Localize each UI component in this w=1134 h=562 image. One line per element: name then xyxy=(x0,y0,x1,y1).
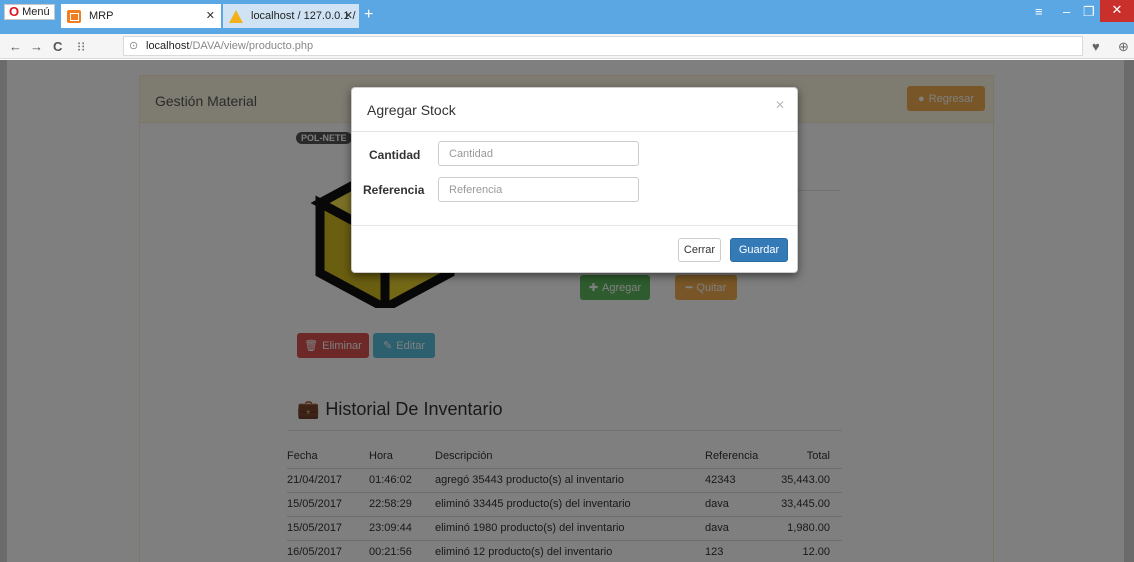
url-input[interactable]: ⊙ localhost/DAVA/view/producto.php xyxy=(123,36,1083,56)
url-path: /DAVA/view/producto.php xyxy=(189,40,314,52)
right-edge xyxy=(1124,60,1134,562)
save-button[interactable]: Guardar xyxy=(730,238,788,262)
close-icon[interactable]: ✕ xyxy=(775,98,785,112)
download-icon[interactable]: ⊕ xyxy=(1118,39,1129,55)
close-tab-icon[interactable]: ✕ xyxy=(344,4,353,28)
browser-titlebar: O Menú MRP ✕ localhost / 127.0.0.1 / pru… xyxy=(0,0,1134,46)
url-host: localhost xyxy=(146,40,190,52)
tab-menu-icon[interactable]: ≡ xyxy=(1035,4,1043,19)
referencia-input[interactable] xyxy=(438,177,639,202)
browser-menu-button[interactable]: O Menú xyxy=(4,4,55,20)
forward-arrow-icon[interactable]: → xyxy=(30,39,43,54)
close-tab-icon[interactable]: ✕ xyxy=(206,4,215,28)
tab-mrp[interactable]: MRP ✕ xyxy=(61,4,221,28)
heart-icon[interactable]: ♥ xyxy=(1092,39,1100,54)
restore-icon[interactable]: ❐ xyxy=(1083,4,1095,20)
site-info-icon[interactable]: ⊙ xyxy=(129,37,138,55)
cantidad-input[interactable] xyxy=(438,141,639,166)
tab-phpmyadmin[interactable]: localhost / 127.0.0.1 / prue ✕ xyxy=(223,4,359,46)
modal-footer: Cerrar Guardar xyxy=(352,225,797,273)
browser-menu-label: Menú xyxy=(22,6,50,18)
address-bar: ← → C ⁝⁝ ⊙ localhost/DAVA/view/producto.… xyxy=(0,34,1134,59)
minimize-icon[interactable]: – xyxy=(1063,4,1070,19)
close-button[interactable]: Cerrar xyxy=(678,238,721,262)
referencia-label: Referencia xyxy=(363,183,425,197)
modal-title: Agregar Stock xyxy=(367,102,456,118)
mrp-favicon-icon xyxy=(67,10,81,23)
cantidad-label: Cantidad xyxy=(369,148,421,162)
modal-header: Agregar Stock ✕ xyxy=(352,88,797,132)
opera-logo-icon: O xyxy=(9,4,20,19)
tab-title: MRP xyxy=(89,10,114,22)
speed-dial-icon[interactable]: ⁝⁝ xyxy=(77,39,85,55)
new-tab-icon[interactable]: + xyxy=(364,7,373,23)
left-edge xyxy=(0,60,7,562)
window-close-icon[interactable]: ✕ xyxy=(1100,0,1134,22)
back-arrow-icon[interactable]: ← xyxy=(9,39,22,54)
phpmyadmin-favicon-icon xyxy=(229,10,243,23)
add-stock-modal: Agregar Stock ✕ Cantidad Referencia Cerr… xyxy=(351,87,798,273)
reload-icon[interactable]: C xyxy=(53,39,62,54)
